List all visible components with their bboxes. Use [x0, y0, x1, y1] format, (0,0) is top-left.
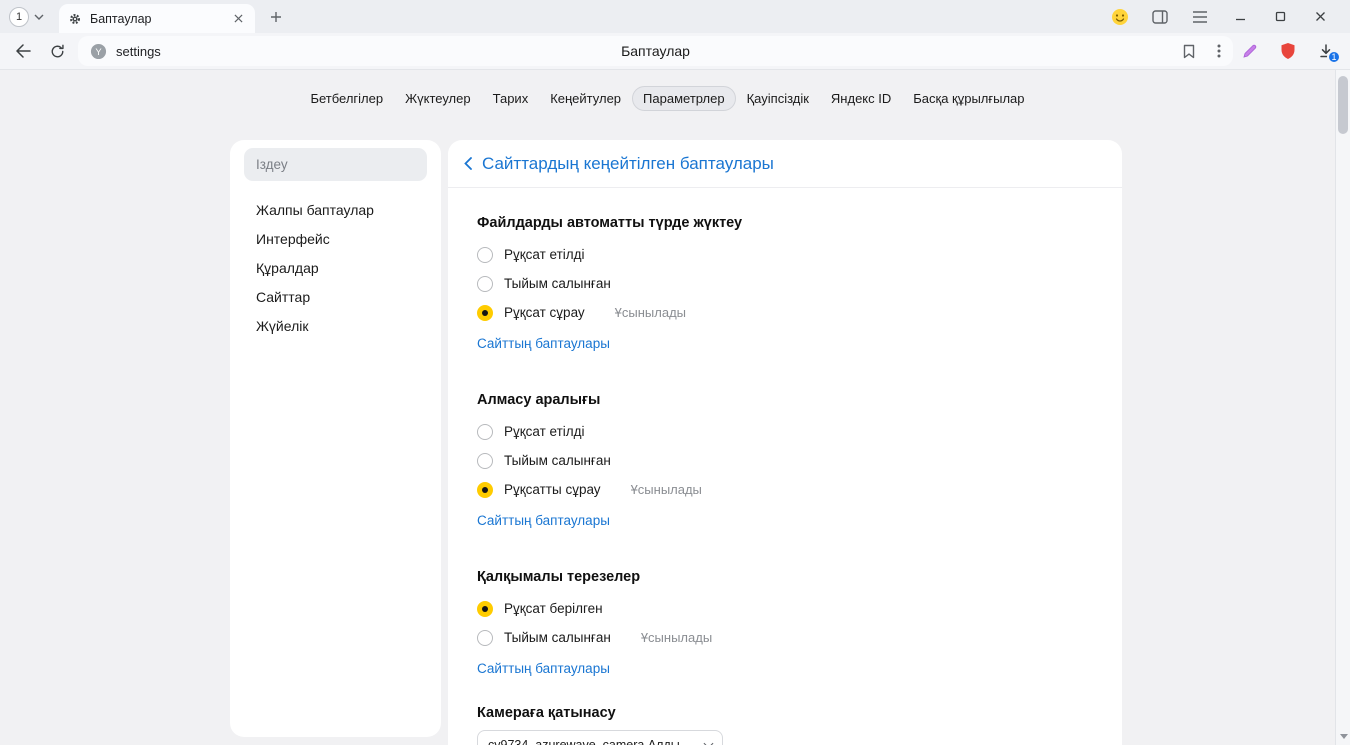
- chevron-down-icon: [704, 738, 714, 745]
- sidebar-item[interactable]: Жүйелік: [230, 311, 441, 340]
- radio-button[interactable]: [477, 424, 493, 440]
- tabs-chevron-down-icon[interactable]: [34, 14, 44, 20]
- site-settings-link[interactable]: Сайттың баптаулары: [477, 660, 610, 678]
- scrollbar-thumb[interactable]: [1338, 76, 1348, 134]
- scrollbar-down-arrow-icon[interactable]: [1340, 734, 1348, 739]
- radio-button[interactable]: [477, 630, 493, 646]
- page-scrollbar[interactable]: [1335, 70, 1350, 745]
- nav-tab-item[interactable]: Қауіпсіздік: [736, 86, 820, 111]
- radio-option[interactable]: Тыйым салынған Ұсынылады: [477, 623, 1093, 652]
- sidebar-item[interactable]: Жалпы баптаулар: [230, 195, 441, 224]
- nav-tab-item[interactable]: Басқа құрылғылар: [902, 86, 1035, 111]
- radio-button[interactable]: [477, 601, 493, 617]
- settings-section: Файлдарды автоматты түрде жүктеу Рұқсат е…: [477, 188, 1093, 353]
- omnibox[interactable]: Y settings Баптаулар: [78, 36, 1233, 66]
- radio-label: Тыйым салынған: [504, 453, 611, 468]
- radio-button[interactable]: [477, 305, 493, 321]
- section-heading: Файлдарды автоматты түрде жүктеу: [477, 214, 1093, 232]
- camera-select[interactable]: cv9734_azurewave_camera Алдыңғы: [477, 730, 723, 745]
- bookmark-flag-icon[interactable]: [1183, 44, 1195, 59]
- settings-section: Қалқымалы терезелер Рұқсат берілген Тыйым …: [477, 530, 1093, 678]
- radio-button[interactable]: [477, 276, 493, 292]
- tabbar-right-controls: [1100, 2, 1340, 32]
- radio-label: Тыйым салынған: [504, 276, 611, 291]
- tab-counter-button[interactable]: 1: [9, 7, 29, 27]
- side-panel-icon[interactable]: [1140, 2, 1180, 32]
- menu-hamburger-icon[interactable]: [1180, 2, 1220, 32]
- url-text[interactable]: settings: [116, 44, 161, 59]
- radio-option[interactable]: Рұқсат етілді: [477, 240, 1093, 269]
- settings-section: Алмасу аралығы Рұқсат етілді Тыйым салынға…: [477, 353, 1093, 530]
- download-count-badge: 1: [1327, 50, 1341, 64]
- search-input[interactable]: [256, 157, 415, 172]
- window-minimize-button[interactable]: [1220, 2, 1260, 32]
- back-button[interactable]: [6, 36, 40, 66]
- sidebar-list: Жалпы баптауларИнтерфейсҚұралдарСайттарЖ…: [230, 195, 441, 340]
- settings-page: БетбелгілерЖүктеулерТарихКеңейтулерПарам…: [0, 70, 1350, 745]
- section-heading: Камераға қатынасу: [477, 704, 1093, 722]
- radio-label: Рұқсат берілген: [504, 601, 603, 616]
- tab-bar: 1 Баптаулар: [0, 0, 1350, 33]
- nav-tab-active[interactable]: Параметрлер: [632, 86, 736, 111]
- site-settings-link[interactable]: Сайттың баптаулары: [477, 335, 610, 353]
- nav-tab-item[interactable]: Бетбелгілер: [299, 86, 394, 111]
- browser-tab[interactable]: Баптаулар: [59, 4, 255, 33]
- settings-nav-tabs: БетбелгілерЖүктеулерТарихКеңейтулерПарам…: [0, 70, 1335, 126]
- radio-label: Рұқсатты сұрау: [504, 482, 601, 497]
- nav-tab-item[interactable]: Кеңейтулер: [539, 86, 632, 111]
- radio-button[interactable]: [477, 453, 493, 469]
- new-tab-button[interactable]: [265, 6, 287, 28]
- page-title: Сайттардың кеңейтілген баптаулары: [482, 154, 774, 174]
- site-settings-link[interactable]: Сайттың баптаулары: [477, 512, 610, 530]
- radio-label: Рұқсат етілді: [504, 247, 585, 262]
- tab-close-icon[interactable]: [231, 11, 246, 26]
- settings-section: Камераға қатынасу cv9734_azurewave_camera…: [477, 678, 1093, 745]
- rewards-smiley-icon[interactable]: [1100, 2, 1140, 32]
- recommended-badge: Ұсынылады: [641, 630, 712, 645]
- sidebar-item[interactable]: Құралдар: [230, 253, 441, 282]
- radio-button[interactable]: [477, 247, 493, 263]
- radio-button[interactable]: [477, 482, 493, 498]
- page-header-back[interactable]: Сайттардың кеңейтілген баптаулары: [448, 140, 1122, 188]
- recommended-badge: Ұсынылады: [615, 305, 686, 320]
- radio-option[interactable]: Рұқсат берілген: [477, 594, 1093, 623]
- toolbar-extensions: 1: [1241, 42, 1334, 60]
- address-bar: Y settings Баптаулар 1: [0, 33, 1350, 70]
- radio-option[interactable]: Рұқсатты сұрау Ұсынылады: [477, 475, 1093, 504]
- edit-pencil-icon[interactable]: [1241, 43, 1258, 60]
- sections: Файлдарды автоматты түрде жүктеу Рұқсат е…: [448, 188, 1122, 745]
- reload-button[interactable]: [40, 36, 74, 66]
- sidebar-item[interactable]: Интерфейс: [230, 224, 441, 253]
- camera-select-value: cv9734_azurewave_camera Алдыңғы: [488, 738, 697, 745]
- svg-text:Y: Y: [95, 46, 102, 57]
- settings-sidebar: Жалпы баптауларИнтерфейсҚұралдарСайттарЖ…: [230, 140, 441, 737]
- radio-option[interactable]: Рұқсат сұрау Ұсынылады: [477, 298, 1093, 327]
- section-heading: Алмасу аралығы: [477, 391, 1093, 409]
- sidebar-search[interactable]: [244, 148, 427, 181]
- recommended-badge: Ұсынылады: [631, 482, 702, 497]
- settings-main-panel: Сайттардың кеңейтілген баптаулары Файлда…: [448, 140, 1122, 745]
- radio-label: Рұқсат сұрау: [504, 305, 585, 320]
- tab-title: Баптаулар: [90, 12, 231, 26]
- radio-option[interactable]: Рұқсат етілді: [477, 417, 1093, 446]
- site-favicon: Y: [90, 43, 107, 60]
- radio-option[interactable]: Тыйым салынған: [477, 269, 1093, 298]
- radio-label: Рұқсат етілді: [504, 424, 585, 439]
- radio-label: Тыйым салынған: [504, 630, 611, 645]
- chevron-left-icon: [464, 157, 472, 170]
- nav-tab-item[interactable]: Тарих: [482, 86, 540, 111]
- page-title-center: Баптаулар: [621, 43, 690, 59]
- settings-gear-icon: [68, 12, 82, 26]
- nav-tab-item[interactable]: Жүктеулер: [394, 86, 482, 111]
- nav-tab-item[interactable]: Яндекс ID: [820, 86, 902, 111]
- omnibox-actions: [1183, 44, 1221, 59]
- window-maximize-button[interactable]: [1260, 2, 1300, 32]
- sidebar-item[interactable]: Сайттар: [230, 282, 441, 311]
- adblock-shield-icon[interactable]: [1280, 42, 1296, 60]
- radio-option[interactable]: Тыйым салынған: [477, 446, 1093, 475]
- downloads-button[interactable]: 1: [1318, 43, 1334, 59]
- section-heading: Қалқымалы терезелер: [477, 568, 1093, 586]
- omnibox-more-icon[interactable]: [1217, 44, 1221, 58]
- window-close-button[interactable]: [1300, 2, 1340, 32]
